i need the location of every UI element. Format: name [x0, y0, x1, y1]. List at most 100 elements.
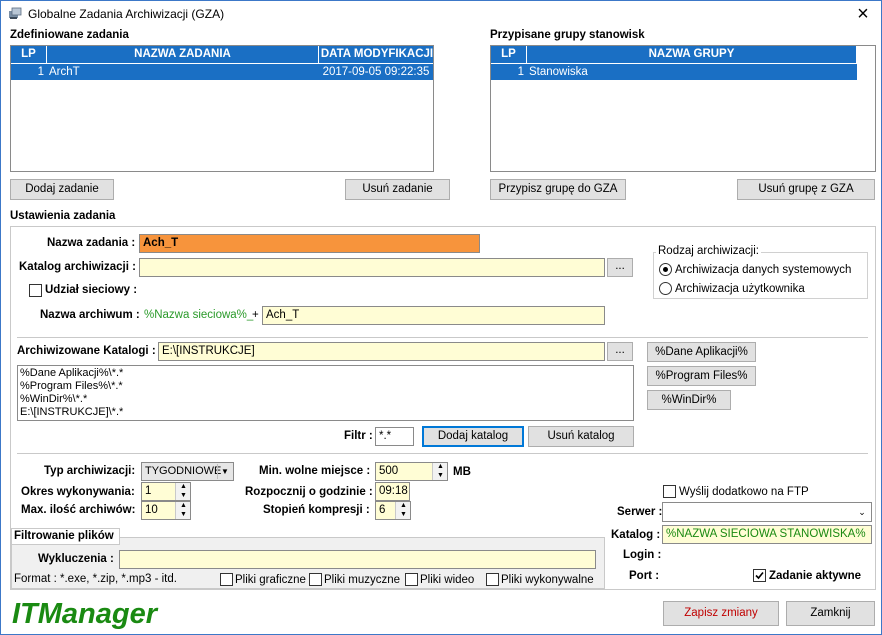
period-label: Okres wykonywania: [21, 486, 135, 498]
remove-group-button[interactable]: Usuń grupę z GZA [737, 179, 875, 200]
music-files-checkbox[interactable] [309, 573, 322, 586]
radio-system[interactable] [659, 263, 672, 276]
period-value: 1 [145, 485, 152, 497]
spin-down-icon[interactable]: ▼ [176, 511, 191, 519]
send-ftp-checkbox[interactable] [663, 485, 676, 498]
spin-up-icon[interactable]: ▲ [396, 502, 411, 510]
send-ftp-label: Wyślij dodatkowo na FTP [679, 486, 809, 498]
remove-dir-button[interactable]: Usuń katalog [528, 426, 634, 447]
archive-type-select[interactable]: TYGODNIOWE ▼ [141, 462, 234, 481]
min-free-stepper[interactable]: 500 ▲ ▼ [375, 462, 448, 481]
divider [17, 337, 868, 338]
assign-group-button[interactable]: Przypisz grupę do GZA [490, 179, 626, 200]
archive-type-label: Typ archiwizacji: [44, 465, 136, 477]
quick-dir-programfiles-button[interactable]: %Program Files% [647, 366, 756, 386]
archive-dir-browse-button[interactable]: ... [607, 258, 633, 277]
groups-list[interactable]: LP NAZWA GRUPY 1 Stanowiska [490, 45, 876, 172]
archived-dirs-label: Archiwizowane Katalogi : [17, 345, 156, 357]
compression-value: 6 [379, 504, 386, 516]
tasks-section-title: Zdefiniowane zadania [10, 29, 129, 41]
task-name-label: Nazwa zadania : [47, 237, 136, 249]
archive-name-prefix: %Nazwa sieciowa%_ [144, 309, 254, 321]
dir-list[interactable]: %Dane Aplikacji%\*.* %Program Files%\*.*… [17, 365, 634, 421]
tasks-col-date[interactable]: DATA MODYFIKACJI [319, 46, 433, 63]
file-filter-title-box: Filtrowanie plików [11, 528, 120, 545]
table-row[interactable]: 1 Stanowiska [491, 64, 857, 80]
start-time-field[interactable]: 09:18 [375, 482, 410, 501]
tasks-col-name[interactable]: NAZWA ZADANIA [47, 46, 319, 63]
radio-user[interactable] [659, 282, 672, 295]
task-name-field[interactable]: Ach_T [139, 234, 480, 253]
graphic-files-checkbox[interactable] [220, 573, 233, 586]
groups-col-lp[interactable]: LP [491, 46, 527, 63]
video-files-label: Pliki wideo [420, 574, 475, 586]
exclusions-field[interactable] [119, 550, 596, 569]
network-share-checkbox[interactable] [29, 284, 42, 297]
min-free-unit: MB [453, 466, 471, 478]
spin-buttons[interactable]: ▲ ▼ [432, 463, 447, 480]
save-button[interactable]: Zapisz zmiany [663, 601, 779, 626]
list-item[interactable]: E:\[INSTRUKCJE]\*.* [20, 406, 631, 419]
tasks-list[interactable]: LP NAZWA ZADANIA DATA MODYFIKACJI 1 Arch… [10, 45, 434, 172]
spin-down-icon[interactable]: ▼ [433, 472, 448, 480]
add-dir-button[interactable]: Dodaj katalog [422, 426, 524, 447]
settings-section-title: Ustawienia zadania [10, 210, 116, 222]
spin-up-icon[interactable]: ▲ [433, 463, 448, 471]
chevron-down-icon[interactable]: ▼ [217, 464, 232, 479]
chevron-down-icon[interactable]: ⌄ [855, 505, 869, 519]
groups-col-name[interactable]: NAZWA GRUPY [527, 46, 857, 63]
spin-buttons[interactable]: ▲ ▼ [175, 502, 190, 519]
add-task-button[interactable]: Dodaj zadanie [10, 179, 114, 200]
app-icon [8, 7, 22, 21]
quick-dir-windir-button[interactable]: %WinDir% [647, 390, 731, 410]
window-title: Globalne Zadania Archiwizacji (GZA) [28, 7, 225, 21]
max-archives-stepper[interactable]: 10 ▲ ▼ [141, 501, 191, 520]
max-archives-value: 10 [145, 504, 158, 516]
spin-up-icon[interactable]: ▲ [176, 483, 191, 491]
spin-down-icon[interactable]: ▼ [396, 511, 411, 519]
archived-dirs-field[interactable]: E:\[INSTRUKCJE] [158, 342, 605, 361]
table-row[interactable]: 1 ArchT 2017-09-05 09:22:35 [11, 64, 433, 80]
spin-down-icon[interactable]: ▼ [176, 492, 191, 500]
quick-dir-appdata-button[interactable]: %Dane Aplikacji% [647, 342, 756, 362]
server-select[interactable]: ⌄ [662, 502, 872, 522]
archive-name-plus: + [252, 309, 259, 321]
group-name: Stanowiska [529, 66, 588, 78]
spin-buttons[interactable]: ▲ ▼ [175, 483, 190, 500]
task-active-label: Zadanie aktywne [769, 570, 862, 582]
archived-dirs-browse-button[interactable]: ... [607, 342, 633, 361]
task-name: ArchT [49, 66, 80, 78]
file-filter-title: Filtrowanie plików [14, 530, 114, 542]
exec-files-label: Pliki wykonywalne [501, 574, 594, 586]
spin-buttons[interactable]: ▲ ▼ [395, 502, 410, 519]
title-bar: Globalne Zadania Archiwizacji (GZA) × [1, 1, 881, 28]
brand-logo: ITManager [12, 598, 158, 630]
archive-dir-label: Katalog archiwizacji : [19, 261, 136, 273]
list-item[interactable]: %Program Files%\*.* [20, 380, 631, 393]
list-item[interactable]: %Dane Aplikacji%\*.* [20, 367, 631, 380]
tasks-col-lp[interactable]: LP [11, 46, 47, 63]
filter-field[interactable]: *.* [375, 427, 414, 446]
spin-up-icon[interactable]: ▲ [176, 502, 191, 510]
divider [17, 453, 868, 454]
archive-name-label: Nazwa archiwum : [40, 309, 140, 321]
ftp-dir-field[interactable]: %NAZWA SIECIOWA STANOWISKA% [662, 525, 872, 544]
task-active-checkbox[interactable] [753, 569, 766, 582]
period-stepper[interactable]: 1 ▲ ▼ [141, 482, 191, 501]
close-icon[interactable]: × [849, 3, 877, 25]
archive-name-field[interactable]: Ach_T [262, 306, 605, 325]
remove-task-button[interactable]: Usuń zadanie [345, 179, 450, 200]
login-label: Login : [623, 549, 662, 561]
close-button[interactable]: Zamknij [786, 601, 875, 626]
gza-window: Globalne Zadania Archiwizacji (GZA) × Zd… [0, 0, 882, 635]
server-label: Serwer : [617, 506, 663, 518]
exec-files-checkbox[interactable] [486, 573, 499, 586]
exclusions-label: Wykluczenia : [38, 553, 114, 565]
list-item[interactable]: %WinDir%\*.* [20, 393, 631, 406]
video-files-checkbox[interactable] [405, 573, 418, 586]
archive-dir-field[interactable] [139, 258, 605, 277]
compression-stepper[interactable]: 6 ▲ ▼ [375, 501, 411, 520]
graphic-files-label: Pliki graficzne [235, 574, 306, 586]
task-lp: 1 [37, 66, 44, 78]
check-icon [755, 571, 764, 580]
